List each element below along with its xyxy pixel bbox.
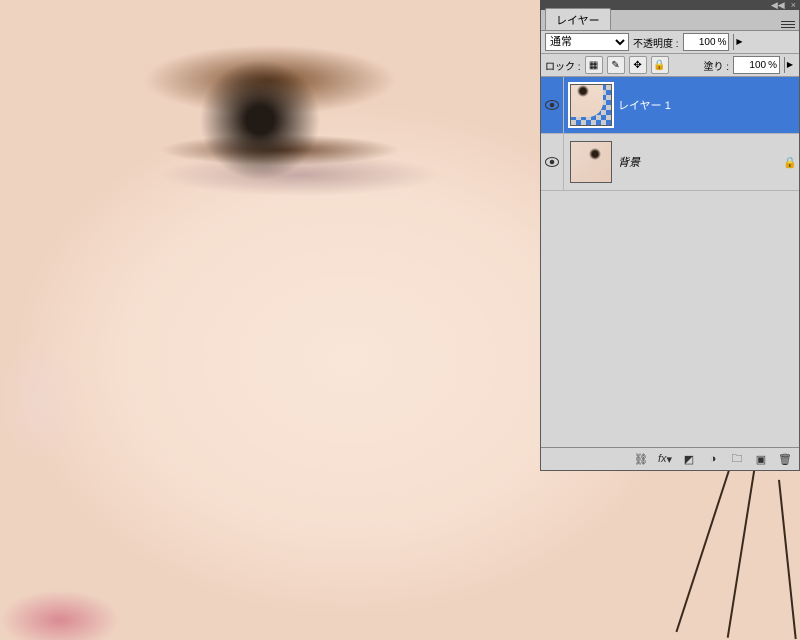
image-detail [675, 470, 729, 632]
close-icon[interactable]: × [791, 1, 796, 10]
visibility-toggle[interactable] [541, 77, 564, 133]
lock-all-icon[interactable]: 🔒 [651, 56, 669, 74]
blend-mode-select[interactable]: 通常 [545, 33, 629, 51]
panel-tab-row: レイヤー [541, 10, 799, 31]
visibility-toggle[interactable] [541, 134, 564, 190]
opacity-flyout-icon[interactable]: ▶ [733, 34, 744, 50]
opacity-field[interactable]: % [683, 33, 730, 51]
opacity-suffix: % [718, 37, 729, 48]
fx-icon[interactable]: fx▾ [657, 451, 673, 467]
fill-input[interactable] [734, 60, 768, 71]
mask-icon[interactable]: ◩ [681, 451, 697, 467]
adjustment-icon[interactable]: ◑ [705, 451, 721, 467]
layer-name[interactable]: レイヤー 1 [618, 97, 781, 113]
trash-icon[interactable]: 🗑 [777, 451, 793, 467]
blend-opacity-row: 通常 不透明度 : % ▶ [541, 31, 799, 54]
lock-label: ロック : [545, 58, 581, 73]
layer-row[interactable]: レイヤー 1 [541, 77, 799, 134]
opacity-label: 不透明度 : [633, 35, 679, 50]
tab-layers[interactable]: レイヤー [545, 8, 611, 30]
fill-suffix: % [768, 60, 779, 71]
panel-footer: ⛓ fx▾ ◩ ◑ 🗀 ▣ 🗑 [541, 447, 799, 470]
lock-transparency-icon[interactable]: ▦ [585, 56, 603, 74]
layer-thumbnail[interactable] [570, 141, 612, 183]
lock-position-icon[interactable]: ✥ [629, 56, 647, 74]
layer-list: レイヤー 1 背景🔒 [541, 77, 799, 447]
collapse-icon[interactable]: ◀◀ [771, 1, 785, 10]
fill-label: 塗り : [704, 58, 730, 73]
layer-row[interactable]: 背景🔒 [541, 134, 799, 191]
image-detail [778, 480, 797, 639]
panel-menu-icon[interactable] [781, 18, 795, 30]
layer-thumbnail[interactable] [570, 84, 612, 126]
opacity-input[interactable] [684, 37, 718, 48]
fill-flyout-icon[interactable]: ▶ [784, 57, 795, 73]
lock-indicator-icon: 🔒 [781, 156, 799, 169]
fill-field[interactable]: % [733, 56, 780, 74]
group-icon[interactable]: 🗀 [729, 451, 745, 467]
layers-panel: ◀◀ × レイヤー 通常 不透明度 : % ▶ ロック : ▦ ✎ ✥ 🔒 塗り… [540, 0, 800, 471]
layer-name[interactable]: 背景 [618, 154, 781, 170]
new-layer-icon[interactable]: ▣ [753, 451, 769, 467]
link-layers-icon[interactable]: ⛓ [633, 451, 649, 467]
lock-fill-row: ロック : ▦ ✎ ✥ 🔒 塗り : % ▶ [541, 54, 799, 77]
lock-pixels-icon[interactable]: ✎ [607, 56, 625, 74]
